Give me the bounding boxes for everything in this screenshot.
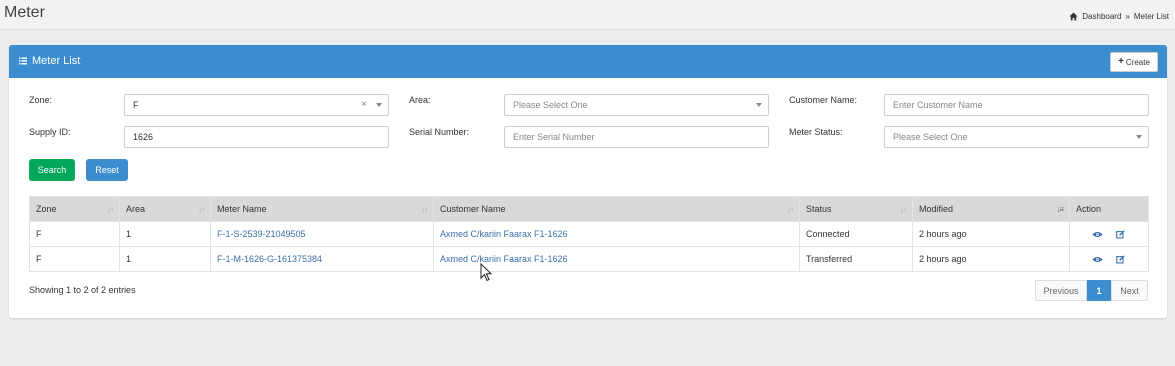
meter-list-panel: Meter List + Create Zone: F × Area: Plea… xyxy=(9,45,1167,318)
meter-status-placeholder: Please Select One xyxy=(893,132,968,142)
cell-modified: 2 hours ago xyxy=(912,246,1070,272)
panel-title: Meter List xyxy=(19,55,80,67)
customer-name-link[interactable]: Axmed C/kariin Faarax F1-1626 xyxy=(440,229,568,239)
eye-icon[interactable] xyxy=(1092,255,1103,264)
column-header-zone[interactable]: Zone ↓↑ xyxy=(29,196,120,222)
sort-desc-icon: ↓≡ xyxy=(1056,205,1064,214)
create-button-label: Create xyxy=(1125,57,1150,67)
pagination-next[interactable]: Next xyxy=(1111,280,1148,301)
supply-id-value: 1626 xyxy=(133,132,154,142)
list-icon xyxy=(19,57,27,65)
customer-name-input[interactable]: Enter Customer Name xyxy=(884,94,1149,116)
customer-name-link[interactable]: Axmed C/kariin Faarax F1-1626 xyxy=(440,254,568,264)
chevron-down-icon xyxy=(1136,135,1142,139)
zone-select[interactable]: F × xyxy=(124,94,389,116)
chevron-down-icon xyxy=(376,103,382,107)
meter-name-link[interactable]: F-1-M-1626-G-161375384 xyxy=(217,254,322,264)
table-row: F 1 F-1-S-2539-21049505 Axmed C/kariin F… xyxy=(29,221,1149,247)
edit-icon[interactable] xyxy=(1115,255,1126,264)
cell-status: Connected xyxy=(799,221,913,247)
cell-meter-name: F-1-S-2539-21049505 xyxy=(210,221,434,247)
search-button[interactable]: Search xyxy=(29,159,75,181)
pagination-page-current[interactable]: 1 xyxy=(1087,280,1111,301)
sort-icon: ↓↑ xyxy=(198,205,205,214)
table-header-row: Zone ↓↑ Area ↓↑ Meter Name ↓↑ Customer Name… xyxy=(29,196,1149,222)
panel-title-text: Meter List xyxy=(32,55,81,67)
cell-zone: F xyxy=(29,221,120,247)
area-select-placeholder: Please Select One xyxy=(513,100,588,110)
supply-id-input[interactable]: 1626 xyxy=(124,126,389,148)
cell-modified: 2 hours ago xyxy=(912,221,1070,247)
cell-action xyxy=(1069,246,1149,272)
column-header-modified[interactable]: Modified ↓≡ xyxy=(912,196,1070,222)
meter-table: Zone ↓↑ Area ↓↑ Meter Name ↓↑ Customer Name… xyxy=(29,196,1149,272)
pagination-previous[interactable]: Previous xyxy=(1035,280,1087,301)
area-select[interactable]: Please Select One xyxy=(504,94,769,116)
mouse-cursor-icon xyxy=(480,263,493,282)
column-header-meter-name[interactable]: Meter Name ↓↑ xyxy=(210,196,434,222)
meter-status-select[interactable]: Please Select One xyxy=(884,126,1149,148)
meter-name-link[interactable]: F-1-S-2539-21049505 xyxy=(217,229,306,239)
column-header-area[interactable]: Area ↓↑ xyxy=(119,196,211,222)
cell-status: Transferred xyxy=(799,246,913,272)
table-row: F 1 F-1-M-1626-G-161375384 Axmed C/karii… xyxy=(29,246,1149,272)
breadcrumb-dashboard-link[interactable]: Dashboard xyxy=(1082,12,1121,21)
supply-id-label: Supply ID: xyxy=(29,127,71,137)
table-info: Showing 1 to 2 of 2 entries xyxy=(29,285,136,295)
column-header-action: Action xyxy=(1069,196,1149,222)
cell-action xyxy=(1069,221,1149,247)
area-label: Area: xyxy=(409,95,431,105)
pagination: Previous 1 Next xyxy=(1035,280,1148,301)
home-icon xyxy=(1069,12,1078,21)
edit-icon[interactable] xyxy=(1115,230,1126,239)
breadcrumb-separator: » xyxy=(1125,12,1130,21)
zone-select-value: F xyxy=(133,100,139,110)
sort-icon: ↓↑ xyxy=(107,205,114,214)
sort-icon: ↓↑ xyxy=(900,205,907,214)
serial-number-placeholder: Enter Serial Number xyxy=(513,132,595,142)
cell-area: 1 xyxy=(119,246,211,272)
cell-zone: F xyxy=(29,246,120,272)
cell-meter-name: F-1-M-1626-G-161375384 xyxy=(210,246,434,272)
eye-icon[interactable] xyxy=(1092,230,1103,239)
sort-icon: ↓↑ xyxy=(787,205,794,214)
customer-name-placeholder: Enter Customer Name xyxy=(893,100,983,110)
column-header-customer-name[interactable]: Customer Name ↓↑ xyxy=(433,196,800,222)
top-bar: Meter Dashboard » Meter List xyxy=(0,0,1175,30)
chevron-down-icon xyxy=(756,103,762,107)
reset-button[interactable]: Reset xyxy=(86,159,128,181)
customer-name-label: Customer Name: xyxy=(789,95,858,105)
meter-status-label: Meter Status: xyxy=(789,127,843,137)
panel-header: Meter List + Create xyxy=(9,45,1167,78)
breadcrumb-current: Meter List xyxy=(1133,12,1169,21)
sort-icon: ↓↑ xyxy=(421,205,428,214)
create-button[interactable]: + Create xyxy=(1110,52,1158,72)
cell-customer-name: Axmed C/kariin Faarax F1-1626 xyxy=(433,221,800,247)
serial-number-label: Serial Number: xyxy=(409,127,470,137)
plus-icon: + xyxy=(1118,56,1124,67)
serial-number-input[interactable]: Enter Serial Number xyxy=(504,126,769,148)
cell-area: 1 xyxy=(119,221,211,247)
column-header-status[interactable]: Status ↓↑ xyxy=(799,196,913,222)
breadcrumb: Dashboard » Meter List xyxy=(1069,12,1169,21)
page-title: Meter xyxy=(4,4,45,21)
zone-clear-icon[interactable]: × xyxy=(361,99,367,110)
zone-label: Zone: xyxy=(29,95,53,105)
